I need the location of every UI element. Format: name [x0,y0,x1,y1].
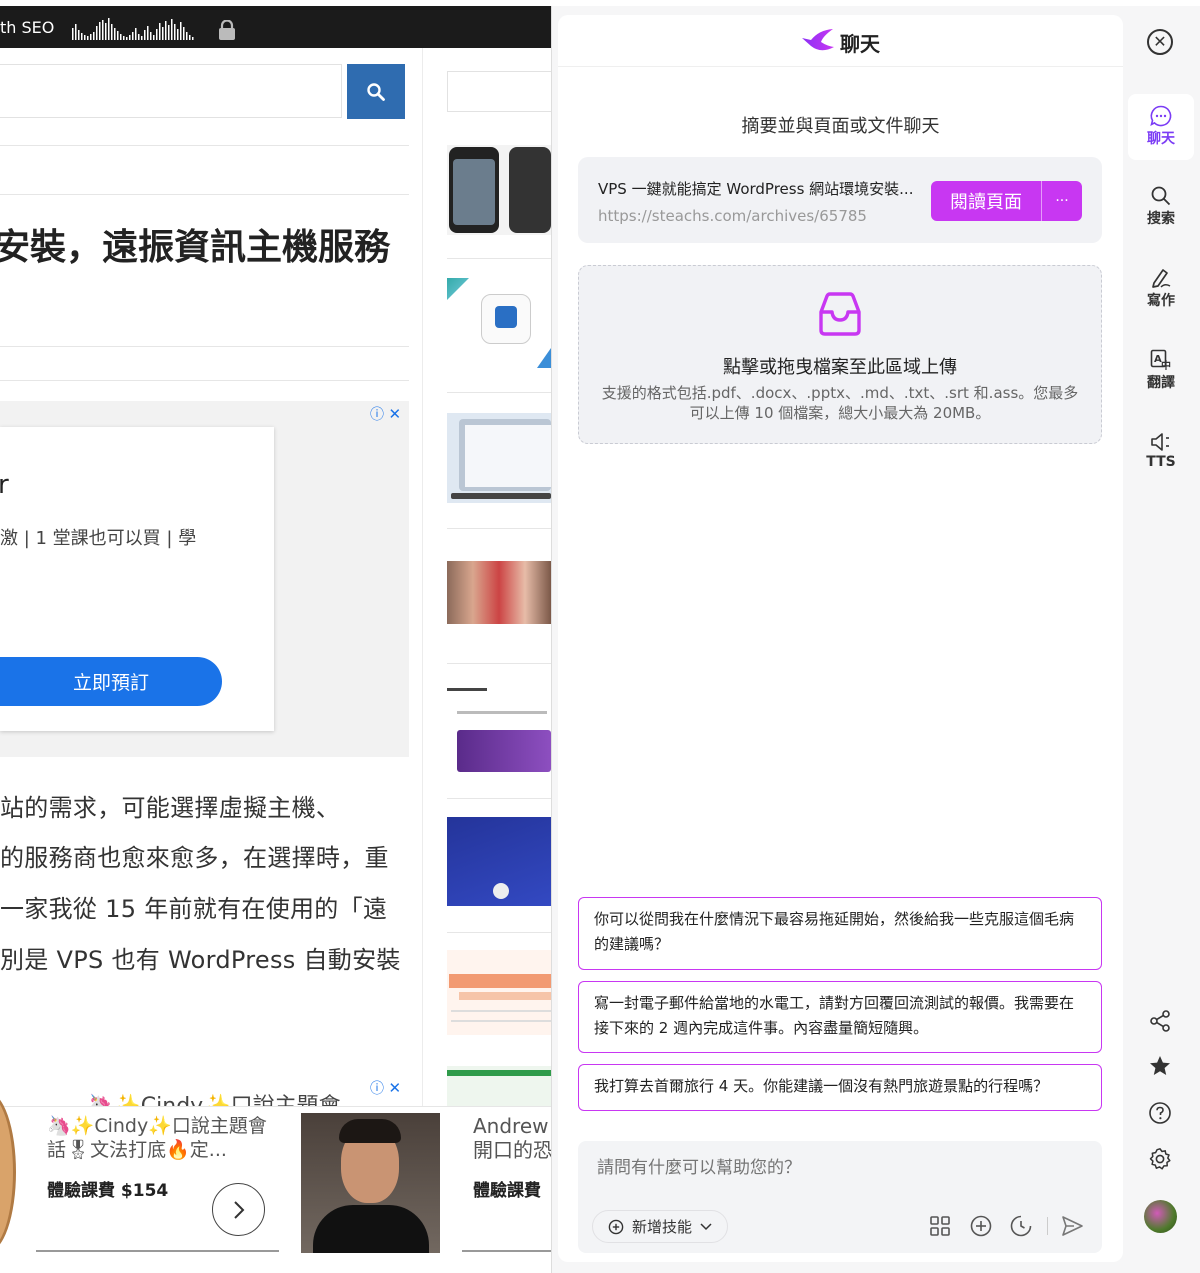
star-icon[interactable] [1148,1054,1172,1078]
chevron-down-icon [700,1222,712,1230]
article-line: 的服務商也愈來愈多，在選擇時，重 [0,844,389,872]
rail-label: TTS [1146,454,1176,470]
divider [447,663,551,664]
sidebar-thumbnail[interactable] [447,686,551,772]
ad-card-price: 體驗課費 [473,1181,541,1201]
help-icon[interactable] [1148,1101,1172,1125]
grid-apps-icon[interactable] [928,1214,952,1238]
page-title: VPS 一鍵就能搞定 WordPress 網站環境安裝... [598,180,914,198]
settings-gear-icon[interactable] [1148,1147,1172,1171]
rail-label: 寫作 [1147,293,1175,309]
user-avatar[interactable] [1144,1200,1177,1233]
ad-card-price: 體驗課費 $154 [47,1181,169,1201]
article-title: 安裝，遠振資訊主機服務 [0,227,391,268]
pen-icon [1152,269,1171,288]
divider [0,346,409,347]
chat-bubble-icon [1150,105,1172,127]
divider [447,932,551,933]
chevron-right-icon [233,1200,244,1219]
tutor-photo[interactable] [301,1113,440,1253]
sidebar-thumbnail[interactable] [447,561,551,624]
rail-label: 聊天 [1147,131,1175,147]
close-icon: ✕ [1153,32,1167,51]
site-top-bar: th SEO [0,6,551,48]
rail-item-translate[interactable]: A 中 翻譯 [1128,348,1194,392]
divider [462,1250,551,1252]
upload-title: 點擊或拖曳檔案至此區域上傳 [723,357,957,378]
divider [0,194,409,195]
share-icon[interactable] [1148,1009,1172,1033]
ad-cta-button[interactable]: 立即預訂 [0,657,222,706]
new-chat-plus-icon[interactable] [969,1214,993,1238]
carousel-next-button[interactable] [212,1183,265,1236]
more-options-button[interactable]: ··· [1042,181,1082,221]
chat-input[interactable] [597,1158,1077,1178]
read-page-button-group: 閱讀頁面 ··· [931,181,1082,221]
article-line: 一家我從 15 年前就有在使用的「遠 [0,895,388,923]
app-logo-icon [802,29,834,51]
search-icon [1151,186,1171,206]
ad-heading: r [0,470,9,500]
add-skill-label: 新增技能 [631,1218,692,1236]
rail-label: 翻譯 [1147,375,1175,391]
summary-label: 摘要並與頁面或文件聊天 [741,116,940,137]
site-search-input[interactable] [0,64,342,118]
inbox-upload-icon [819,292,861,336]
rail-item-write[interactable]: 寫作 [1128,266,1194,310]
speaker-icon [1151,433,1169,451]
suggested-prompt[interactable]: 寫一封電子郵件給當地的水電工，請對方回覆回流測試的報價。我需要在接下來的 2 週… [578,981,1102,1053]
send-icon[interactable] [1060,1214,1084,1238]
divider [0,145,409,146]
header-title: 聊天 [840,32,880,56]
svg-text:中: 中 [1161,359,1171,372]
rail-label: 搜索 [1147,211,1175,227]
sidebar-thumbnail[interactable] [447,817,551,906]
site-search-button[interactable] [347,64,405,119]
translate-icon: A 中 [1150,349,1171,372]
rail-item-tts[interactable]: TTS [1128,430,1194,470]
ad-subtext: 激 | 1 堂課也可以買 | 學 [0,528,197,549]
close-panel-button[interactable]: ✕ [1147,29,1173,55]
divider [447,528,551,529]
divider [0,380,409,381]
rail-item-chat[interactable]: 聊天 [1128,94,1194,160]
history-icon[interactable] [1009,1214,1033,1238]
divider [36,1250,279,1252]
article-line: 別是 VPS 也有 WordPress 自動安裝 [0,946,401,974]
plus-circle-icon [608,1219,624,1234]
tutor-title-text: 開口的恐 [473,1138,551,1162]
add-skill-button[interactable]: 新增技能 [592,1210,728,1243]
toolbar-separator [1047,1217,1048,1235]
sidebar-thumbnail[interactable] [447,950,551,1035]
divider [447,798,551,799]
read-page-button[interactable]: 閱讀頁面 [931,181,1041,221]
upload-description: 支援的格式包括.pdf、.docx、.pptx、.md、.txt、.srt 和.… [601,384,1079,422]
sidebar-thumbnail[interactable] [447,278,551,368]
ad-choices-icon[interactable]: ⓘ ✕ [370,1078,401,1098]
lock-icon [219,20,235,40]
tutor-name-text: Andrew [473,1114,549,1138]
suggested-prompt[interactable]: 我打算去首爾旅行 4 天。你能建議一個沒有熱門旅遊景點的行程嗎？ [578,1064,1102,1111]
ad-card-title[interactable]: 🦄✨Cindy✨口說主題會話🎖文法打底🔥定... [47,1114,277,1162]
audio-waveform-icon [72,18,194,40]
sidebar-search-input[interactable] [447,71,551,112]
divider [447,392,551,393]
article-line: 站的需求，可能選擇虛擬主機、 [0,794,341,822]
sidebar-thumbnail[interactable] [447,413,551,503]
rail-item-search[interactable]: 搜索 [1128,184,1194,228]
suggested-prompt[interactable]: 你可以從問我在什麼情況下最容易拖延開始，然後給我一些克服這個毛病的建議嗎？ [578,897,1102,970]
site-topbar-text: th SEO [0,18,55,37]
sidebar-thumbnail[interactable] [447,1066,551,1106]
divider [447,258,551,259]
search-icon [367,82,385,101]
sidebar-divider [422,48,423,1108]
tutor-name: Andrew 開口的恐 [473,1114,551,1162]
ad-choices-icon[interactable]: ⓘ ✕ [370,404,401,424]
background-webpage: th SEO 安裝，遠振資訊主機服務 ⓘ ✕ r 激 | 1 堂課也可以買 | … [0,0,551,1273]
sidebar-thumbnail[interactable] [447,145,551,235]
page-url: https://steachs.com/archives/65785 [598,207,867,225]
